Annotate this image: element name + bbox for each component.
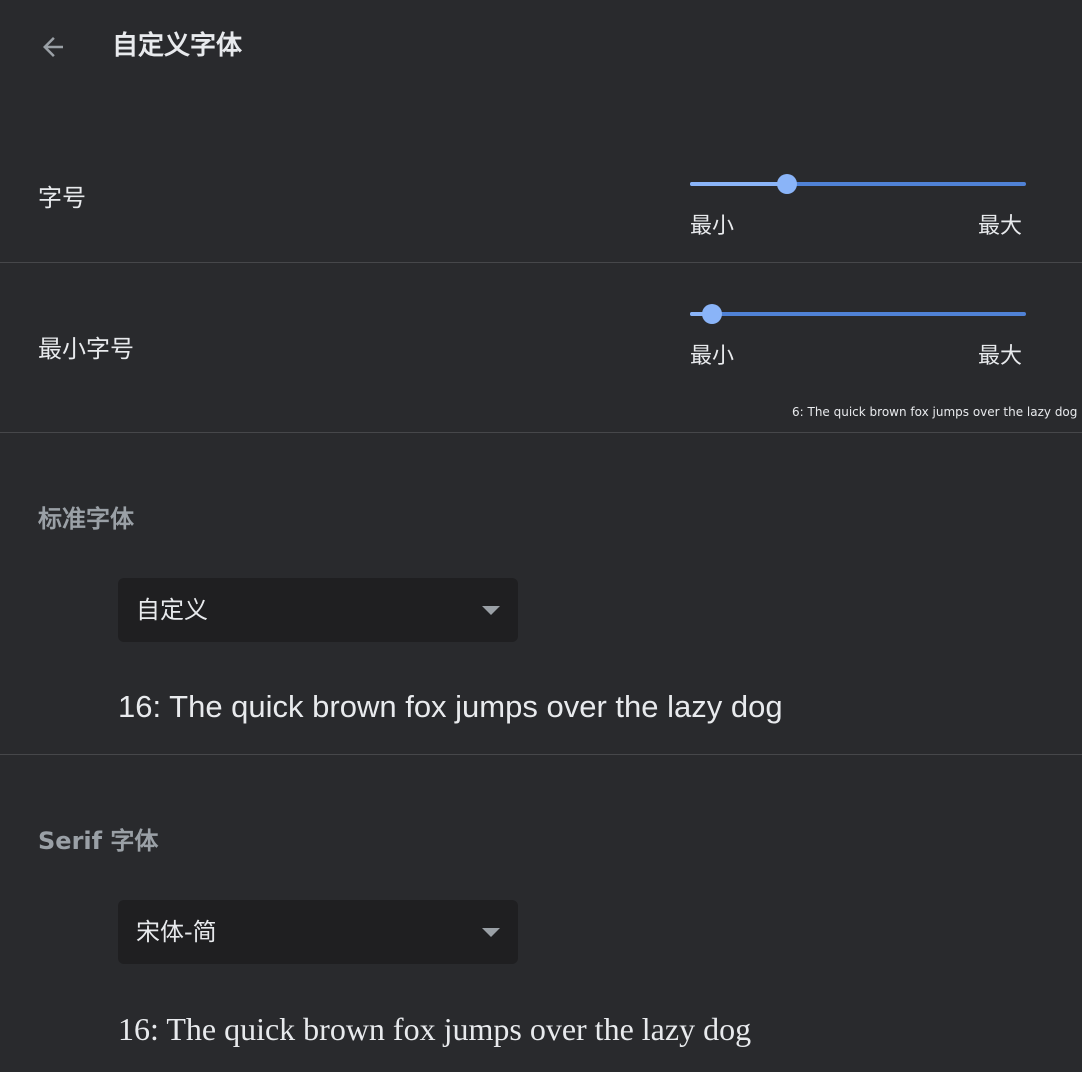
page-title: 自定义字体 xyxy=(112,31,243,61)
font-size-max-label: 最大 xyxy=(978,214,1023,239)
standard-font-title: 标准字体 xyxy=(38,505,134,533)
divider xyxy=(0,432,1082,433)
dropdown-caret-icon xyxy=(482,606,500,615)
serif-font-title: Serif 字体 xyxy=(38,827,159,855)
divider xyxy=(0,754,1082,755)
slider-track xyxy=(690,312,1026,316)
standard-font-sample: 16: The quick brown fox jumps over the l… xyxy=(118,689,783,724)
min-font-size-min-label: 最小 xyxy=(690,344,735,369)
back-button[interactable] xyxy=(30,24,76,70)
arrow-back-icon xyxy=(43,37,63,57)
min-font-size-label: 最小字号 xyxy=(38,335,134,363)
font-size-slider[interactable] xyxy=(690,170,1026,198)
page-header: 自定义字体 xyxy=(0,0,1082,92)
min-font-size-max-label: 最大 xyxy=(978,344,1023,369)
slider-thumb[interactable] xyxy=(702,304,722,324)
serif-font-sample: 16: The quick brown fox jumps over the l… xyxy=(118,1011,752,1047)
serif-font-selected: 宋体-简 xyxy=(136,918,217,946)
standard-font-selected: 自定义 xyxy=(136,596,208,624)
dropdown-caret-icon xyxy=(482,928,500,937)
font-size-label: 字号 xyxy=(38,184,86,212)
slider-fill xyxy=(690,182,787,186)
serif-font-select[interactable]: 宋体-简 xyxy=(118,900,518,964)
font-size-min-label: 最小 xyxy=(690,214,735,239)
standard-font-select[interactable]: 自定义 xyxy=(118,578,518,642)
min-font-size-slider[interactable] xyxy=(690,300,1026,328)
divider xyxy=(0,262,1082,263)
min-font-size-sample: 6: The quick brown fox jumps over the la… xyxy=(792,405,1078,419)
slider-thumb[interactable] xyxy=(777,174,797,194)
